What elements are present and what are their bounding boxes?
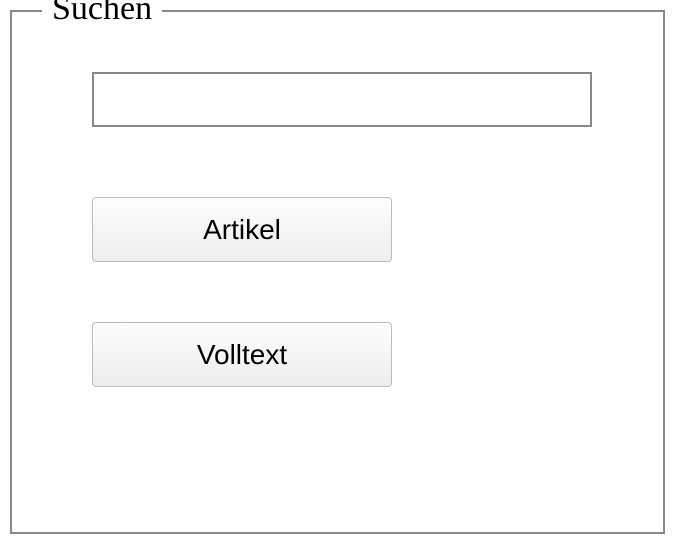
artikel-button[interactable]: Artikel	[92, 197, 392, 262]
search-fieldset: Suchen Artikel Volltext	[10, 10, 665, 534]
search-input[interactable]	[92, 72, 592, 127]
search-legend: Suchen	[42, 0, 162, 28]
volltext-button[interactable]: Volltext	[92, 322, 392, 387]
